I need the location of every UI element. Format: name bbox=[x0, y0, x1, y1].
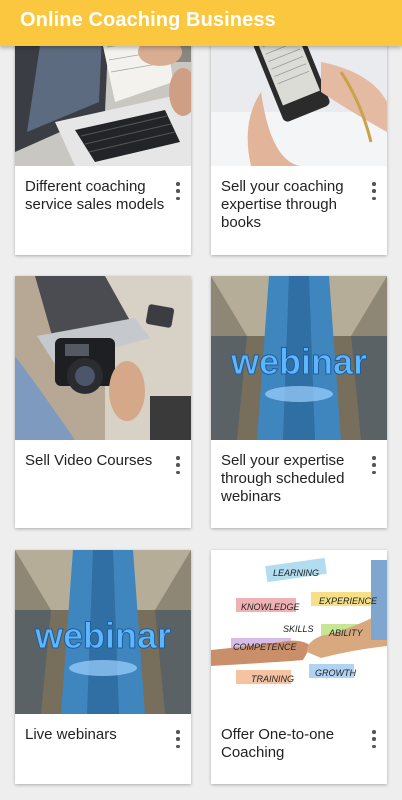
app-bar: Online Coaching Business bbox=[0, 0, 402, 46]
overflow-menu-icon[interactable] bbox=[369, 730, 379, 748]
handshake-skills-image: LEARNING KNOWLEDGE EXPERIENCE SKILLS ABI… bbox=[211, 550, 387, 714]
svg-text:COMPETENCE: COMPETENCE bbox=[233, 642, 298, 652]
card-title: Live webinars bbox=[25, 726, 117, 743]
overflow-menu-icon[interactable] bbox=[369, 182, 379, 200]
overflow-menu-icon[interactable] bbox=[173, 730, 183, 748]
svg-text:KNOWLEDGE: KNOWLEDGE bbox=[241, 602, 301, 612]
article-card[interactable]: Sell Video Courses bbox=[15, 276, 191, 528]
svg-text:SKILLS: SKILLS bbox=[283, 624, 314, 634]
article-card[interactable]: webinar Live webinars bbox=[15, 550, 191, 784]
overflow-menu-icon[interactable] bbox=[173, 182, 183, 200]
svg-text:webinar: webinar bbox=[34, 615, 171, 656]
article-card[interactable]: LEARNING KNOWLEDGE EXPERIENCE SKILLS ABI… bbox=[211, 550, 387, 784]
overflow-menu-icon[interactable] bbox=[369, 456, 379, 474]
app-title: Online Coaching Business bbox=[20, 9, 276, 31]
svg-text:webinar: webinar bbox=[230, 341, 367, 382]
webinar-image: webinar bbox=[211, 276, 387, 440]
card-title: Offer One-to-one Coaching bbox=[221, 726, 335, 761]
camera-laptop-image bbox=[15, 276, 191, 440]
overflow-menu-icon[interactable] bbox=[173, 456, 183, 474]
svg-text:TRAINING: TRAINING bbox=[251, 674, 294, 684]
card-title: Different coaching service sales models bbox=[25, 178, 165, 213]
webinar-image: webinar bbox=[15, 550, 191, 714]
svg-text:LEARNING: LEARNING bbox=[273, 568, 319, 578]
svg-text:ABILITY: ABILITY bbox=[328, 628, 364, 638]
svg-text:GROWTH: GROWTH bbox=[315, 668, 356, 678]
card-title: Sell your expertise through scheduled we… bbox=[221, 452, 345, 505]
article-card[interactable]: webinar Sell your expertise through sche… bbox=[211, 276, 387, 528]
card-title: Sell Video Courses bbox=[25, 452, 153, 469]
card-title: Sell your coaching expertise through boo… bbox=[221, 178, 344, 231]
svg-text:EXPERIENCE: EXPERIENCE bbox=[319, 596, 378, 606]
